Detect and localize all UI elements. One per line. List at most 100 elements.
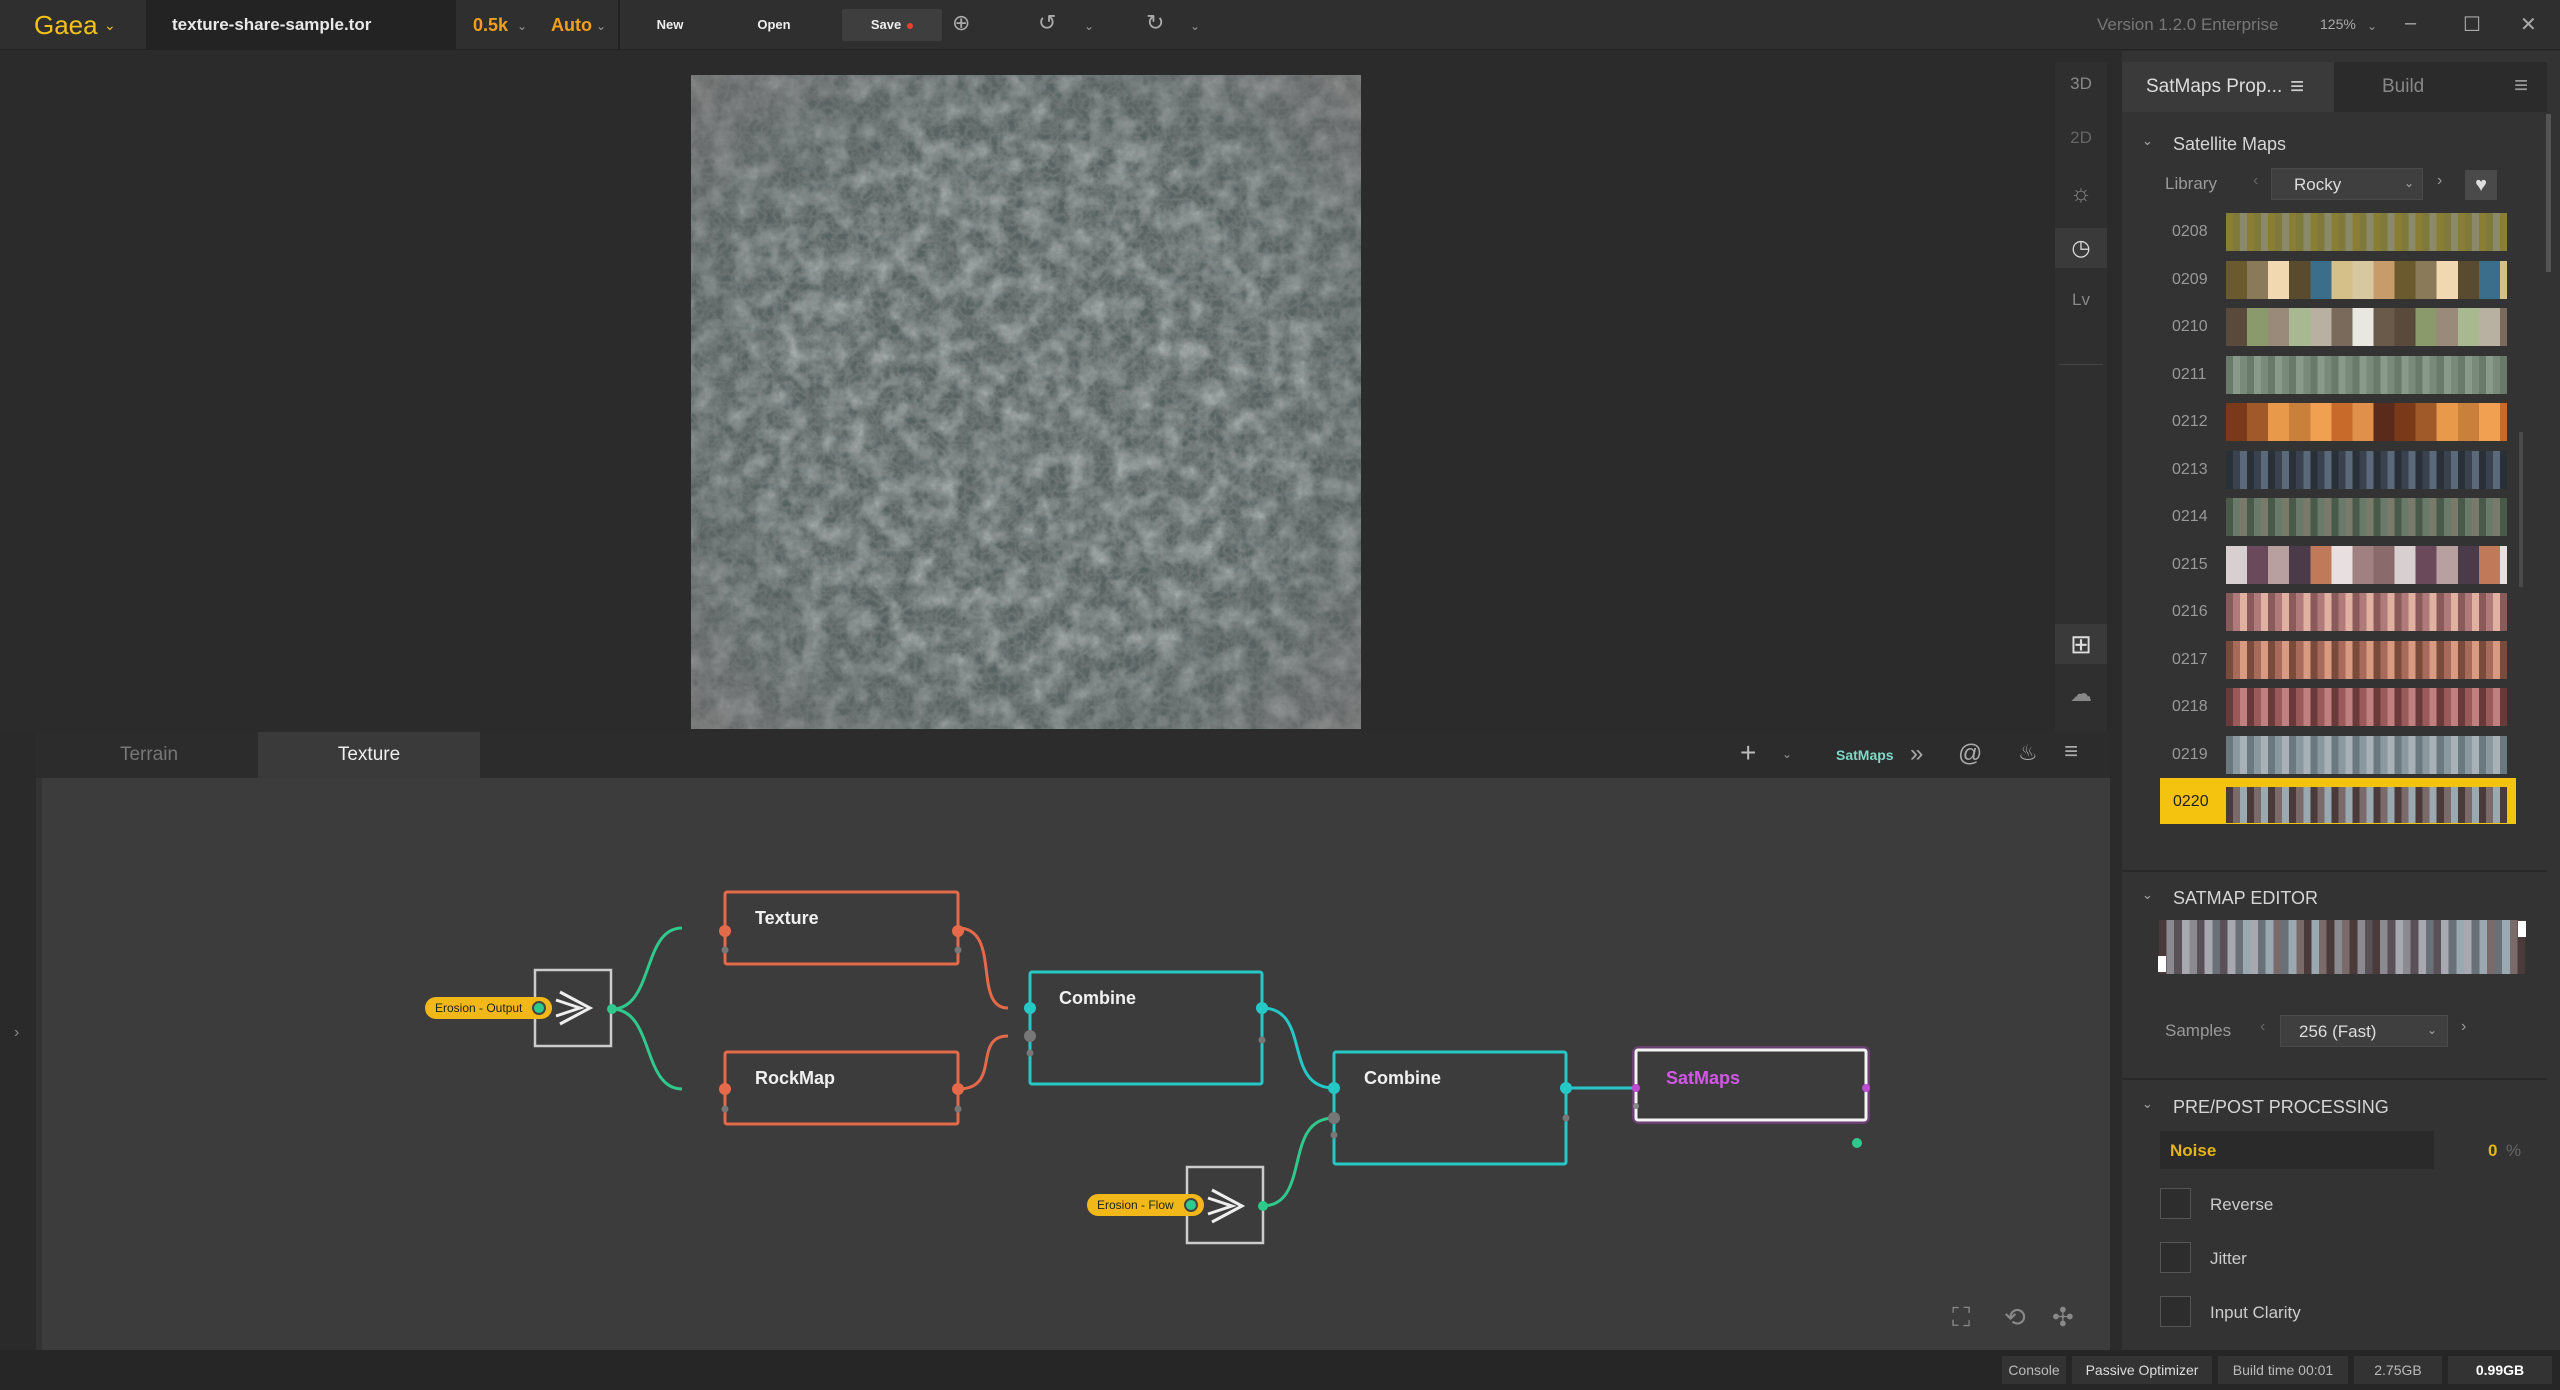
resolution-select[interactable]: 0.5k — [473, 15, 508, 36]
gradient-handle-left[interactable] — [2158, 956, 2166, 972]
noise-slider[interactable]: Noise — [2160, 1131, 2434, 1169]
fit-view-icon[interactable]: ⛶ — [1952, 1302, 1970, 1334]
add-circle-icon[interactable]: ⊕ — [952, 10, 970, 36]
input-port[interactable] — [1632, 1084, 1640, 1092]
chevron-down-icon[interactable]: ⌄ — [1084, 19, 1094, 33]
satmap-gradient — [2226, 545, 2507, 584]
output-port[interactable] — [1562, 1114, 1570, 1122]
level-button[interactable]: Lv — [2055, 280, 2107, 320]
chevron-down-icon[interactable]: ⌄ — [517, 19, 527, 33]
texture-preview[interactable] — [691, 75, 1361, 729]
graph-side-toggle[interactable]: › — [0, 732, 36, 1350]
tag-erosion-flow[interactable]: Erosion - Flow — [1087, 1194, 1204, 1216]
section-heading[interactable]: SATMAP EDITOR — [2173, 888, 2318, 909]
section-heading[interactable]: PRE/POST PROCESSING — [2173, 1097, 2389, 1118]
output-port[interactable] — [954, 946, 962, 954]
input-port[interactable] — [719, 1083, 731, 1095]
jitter-checkbox[interactable] — [2160, 1242, 2191, 1273]
tab-texture[interactable]: Texture — [258, 732, 480, 778]
chevron-left-icon[interactable]: ‹ — [2253, 172, 2258, 190]
chevron-down-icon[interactable]: ⌄ — [2367, 19, 2377, 33]
input-clarity-checkbox[interactable] — [2160, 1296, 2191, 1327]
graph-canvas[interactable]: Texture RockMap Combine Combine SatMaps … — [42, 778, 2110, 1350]
list-scrollbar[interactable] — [2519, 432, 2523, 587]
menu-icon[interactable]: ≡ — [2290, 62, 2304, 112]
menu-icon[interactable]: ≡ — [2064, 738, 2078, 766]
console-button[interactable]: Console — [2002, 1356, 2066, 1384]
output-port[interactable] — [952, 1083, 964, 1095]
reverse-checkbox[interactable] — [2160, 1188, 2191, 1219]
chevron-right-icon[interactable]: › — [14, 1024, 19, 1042]
open-button[interactable]: Open — [742, 9, 806, 41]
view-3d-button[interactable]: 3D — [2055, 68, 2107, 100]
undo-icon[interactable]: ↺ — [1038, 10, 1056, 36]
input-port[interactable] — [1328, 1112, 1340, 1124]
app-logo[interactable]: Gaea — [34, 10, 98, 41]
output-port[interactable] — [1256, 1002, 1268, 1014]
save-button[interactable]: Save — [842, 9, 942, 41]
active-node-label[interactable]: SatMaps — [1836, 747, 1894, 763]
output-port[interactable] — [954, 1105, 962, 1113]
chevron-right-icon[interactable]: › — [2437, 172, 2442, 190]
output-port[interactable] — [1862, 1084, 1870, 1092]
output-port[interactable] — [1852, 1138, 1862, 1148]
view-2d-button[interactable]: 2D — [2055, 122, 2107, 154]
memory-usage: 2.75GB — [2354, 1356, 2442, 1384]
chevron-down-icon[interactable]: ⌄ — [1190, 19, 1200, 33]
menu-icon[interactable]: ≡ — [2514, 72, 2528, 100]
input-port[interactable] — [1024, 1030, 1036, 1042]
tab-build[interactable]: Build — [2382, 62, 2482, 112]
fast-forward-icon[interactable]: » — [1910, 740, 1923, 768]
layout-icon[interactable]: ✣ — [2052, 1302, 2074, 1333]
chevron-down-icon[interactable]: ⌄ — [1782, 747, 1792, 761]
input-port[interactable] — [721, 946, 729, 954]
output-port[interactable] — [1560, 1082, 1572, 1094]
chevron-down-icon[interactable]: ⌄ — [596, 19, 606, 33]
grid-view-icon[interactable]: ⊞ — [2055, 624, 2107, 664]
chevron-down-icon[interactable]: ⌄ — [2142, 133, 2153, 149]
chevron-down-icon[interactable]: ⌄ — [2142, 1096, 2153, 1112]
sun-icon[interactable]: ☼ — [2055, 174, 2107, 214]
close-icon[interactable]: ✕ — [2520, 12, 2537, 37]
input-port[interactable] — [1026, 1049, 1034, 1057]
file-tab[interactable]: texture-share-sample.tor — [146, 0, 456, 50]
section-heading[interactable]: Satellite Maps — [2173, 134, 2286, 155]
chevron-down-icon[interactable]: ⌄ — [104, 17, 116, 34]
input-port[interactable] — [1024, 1002, 1036, 1014]
tag-erosion-output[interactable]: Erosion - Output — [425, 997, 553, 1019]
input-port[interactable] — [1633, 1103, 1639, 1109]
library-select[interactable]: Rocky ⌄ — [2271, 168, 2423, 200]
passive-optimizer-button[interactable]: Passive Optimizer — [2072, 1356, 2212, 1384]
chevron-right-icon[interactable]: › — [2461, 1018, 2466, 1036]
tab-terrain[interactable]: Terrain — [38, 732, 260, 778]
input-port[interactable] — [1330, 1131, 1338, 1139]
compass-icon[interactable]: ◷ — [2055, 228, 2107, 268]
scrollbar-thumb[interactable] — [2546, 114, 2551, 272]
chevron-left-icon[interactable]: ‹ — [2260, 1018, 2265, 1036]
redo-icon[interactable]: ↻ — [1146, 10, 1164, 36]
satmap-gradient-editor[interactable] — [2159, 920, 2525, 974]
add-node-icon[interactable]: + — [1740, 737, 1756, 769]
new-button[interactable]: New — [640, 9, 700, 41]
minimize-icon[interactable]: – — [2405, 12, 2416, 35]
heart-icon[interactable]: ♥ — [2465, 170, 2497, 200]
noise-value[interactable]: 0 — [2488, 1141, 2497, 1161]
output-port[interactable] — [1258, 1201, 1268, 1211]
refresh-icon[interactable]: ⟲ — [2004, 1302, 2026, 1333]
samples-select[interactable]: 256 (Fast) ⌄ — [2280, 1015, 2448, 1047]
output-port[interactable] — [952, 925, 964, 937]
gradient-handle-right[interactable] — [2518, 921, 2526, 937]
chevron-down-icon[interactable]: ⌄ — [2142, 887, 2153, 903]
cloud-icon[interactable]: ☁ — [2055, 674, 2107, 714]
input-port[interactable] — [721, 1105, 729, 1113]
input-port[interactable] — [719, 925, 731, 937]
tab-satmaps-properties[interactable]: SatMaps Prop... ≡ — [2122, 62, 2334, 112]
output-port[interactable] — [1258, 1036, 1266, 1044]
flame-icon[interactable]: ♨ — [2018, 740, 2038, 766]
build-mode-select[interactable]: Auto — [551, 15, 592, 36]
zoom-select[interactable]: 125% — [2320, 16, 2356, 32]
at-icon[interactable]: @ — [1958, 740, 1982, 768]
output-port[interactable] — [607, 1004, 617, 1014]
input-port[interactable] — [1328, 1082, 1340, 1094]
maximize-icon[interactable]: ☐ — [2463, 12, 2481, 37]
